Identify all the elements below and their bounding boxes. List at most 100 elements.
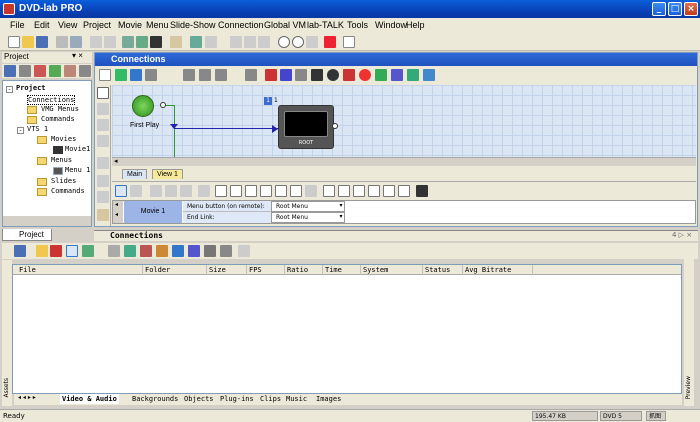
column-system[interactable]: System — [361, 265, 423, 275]
save-icon[interactable] — [36, 36, 48, 48]
new-icon[interactable] — [8, 36, 20, 48]
tree-vts-commands[interactable]: Commands — [51, 187, 85, 195]
arrange-nodes-icon[interactable] — [183, 69, 195, 81]
object-icon[interactable] — [275, 185, 287, 197]
tab-images[interactable]: Images — [314, 394, 343, 404]
object-icon[interactable] — [130, 185, 142, 197]
node-tool-icon[interactable] — [97, 103, 109, 115]
zoom-out-icon[interactable] — [292, 36, 304, 48]
view-icon[interactable] — [115, 69, 127, 81]
column-file[interactable]: File — [17, 265, 143, 275]
chart-icon[interactable] — [375, 69, 387, 81]
compile-icon[interactable] — [324, 36, 336, 48]
object-icon[interactable] — [180, 185, 192, 197]
scroll-left-icon[interactable]: ◂ — [114, 157, 118, 165]
subtitle-icon[interactable] — [204, 245, 216, 257]
column-status[interactable]: Status — [423, 265, 463, 275]
hand-tool-icon[interactable] — [97, 209, 109, 221]
report-icon[interactable] — [407, 69, 419, 81]
tree-vmg-menus[interactable]: VMG Menus — [41, 105, 79, 113]
connect-icon[interactable] — [122, 36, 134, 48]
audio-icon[interactable] — [140, 245, 152, 257]
redo-icon[interactable] — [104, 36, 116, 48]
properties-icon[interactable] — [64, 65, 76, 77]
object-icon[interactable] — [198, 185, 210, 197]
root-menu-node[interactable]: ROOT — [278, 105, 334, 149]
stats-icon[interactable] — [391, 69, 403, 81]
object-icon[interactable] — [383, 185, 395, 197]
panel-pin-icon[interactable]: ▾ × — [72, 51, 83, 60]
grid-icon[interactable] — [130, 69, 142, 81]
object-icon[interactable] — [398, 185, 410, 197]
menu-lab-talk[interactable]: lab-TALK — [307, 20, 344, 30]
first-play-icon[interactable] — [132, 95, 154, 117]
minimize-button[interactable]: _ — [652, 2, 666, 16]
object-icon[interactable] — [215, 185, 227, 197]
tree-vts-1[interactable]: VTS 1 — [27, 125, 48, 133]
tree-project[interactable]: Project — [16, 84, 46, 92]
object-icon[interactable] — [150, 185, 162, 197]
connections-canvas[interactable]: First Play 1 1 ROOT — [112, 85, 696, 157]
menu-tools[interactable]: Tools — [347, 20, 368, 30]
menu-slideshow[interactable]: Slide-Show — [170, 20, 216, 30]
tree-slides[interactable]: Slides — [51, 177, 76, 185]
column-avg-bitrate[interactable]: Avg Bitrate — [463, 265, 533, 275]
link-icon[interactable] — [136, 36, 148, 48]
convert-icon[interactable] — [124, 245, 136, 257]
distribute-icon[interactable] — [215, 69, 227, 81]
maximize-button[interactable]: □ — [668, 2, 682, 16]
color-icon[interactable] — [359, 69, 371, 81]
column-size[interactable]: Size — [207, 265, 247, 275]
tab-clips[interactable]: Clips — [258, 394, 283, 404]
add-vts-icon[interactable] — [4, 65, 16, 77]
list-view-icon[interactable] — [66, 245, 78, 257]
preview-sidebar[interactable]: Preview — [684, 250, 694, 406]
export-icon[interactable] — [423, 69, 435, 81]
object-icon[interactable] — [165, 185, 177, 197]
help-icon[interactable] — [343, 36, 355, 48]
object-icon[interactable] — [290, 185, 302, 197]
column-time[interactable]: Time — [323, 265, 361, 275]
link-mode-icon[interactable] — [280, 69, 292, 81]
movie-row-name[interactable]: Movie 1 — [124, 201, 182, 223]
open-folder-icon[interactable] — [36, 245, 48, 257]
object-icon[interactable] — [416, 185, 428, 197]
tree-commands[interactable]: Commands — [41, 115, 75, 123]
tab-main[interactable]: Main — [122, 169, 148, 179]
column-folder[interactable]: Folder — [143, 265, 207, 275]
add-slide-icon[interactable] — [49, 65, 61, 77]
menu-connection[interactable]: Connection — [218, 20, 264, 30]
object-icon[interactable] — [305, 185, 317, 197]
chapters-icon[interactable] — [156, 245, 168, 257]
snap-icon[interactable] — [245, 69, 257, 81]
dropdown-arrow-icon[interactable]: ▾ — [337, 213, 345, 222]
eye-icon[interactable] — [327, 69, 339, 81]
tab-objects[interactable]: Objects — [182, 394, 216, 404]
close-button[interactable]: × — [684, 2, 698, 16]
pointer-tool-icon[interactable] — [97, 87, 109, 99]
menu-project[interactable]: Project — [83, 20, 111, 30]
open-icon[interactable] — [22, 36, 34, 48]
assets-list[interactable]: File Folder Size FPS Ratio Time System S… — [12, 264, 682, 394]
tab-video-audio[interactable]: Video & Audio — [60, 394, 119, 404]
menu-window[interactable]: Window — [375, 20, 407, 30]
tab-view-1[interactable]: View 1 — [152, 169, 183, 179]
video-icon[interactable] — [172, 245, 184, 257]
delete-link-icon[interactable] — [265, 69, 277, 81]
frame-tool-icon[interactable] — [97, 175, 109, 187]
dock-controls[interactable]: 4 ▷ × — [672, 231, 692, 239]
tools-icon[interactable] — [220, 245, 232, 257]
hand-icon[interactable] — [170, 36, 182, 48]
align-center-icon[interactable] — [244, 36, 256, 48]
undo-icon[interactable] — [90, 36, 102, 48]
dropdown-arrow-icon[interactable]: ▾ — [337, 202, 345, 211]
object-icon[interactable] — [353, 185, 365, 197]
tab-music[interactable]: Music — [284, 394, 309, 404]
menu-view[interactable]: View — [58, 20, 77, 30]
link-tool-icon[interactable] — [97, 119, 109, 131]
pin-tool-icon[interactable] — [99, 69, 111, 81]
object-icon[interactable] — [338, 185, 350, 197]
menu-menu[interactable]: Menu — [146, 20, 169, 30]
tab-scroll-icons[interactable]: ◂ ◂ ▸ ▸ — [18, 394, 36, 401]
disc-format[interactable]: DVD 5 — [600, 411, 642, 421]
